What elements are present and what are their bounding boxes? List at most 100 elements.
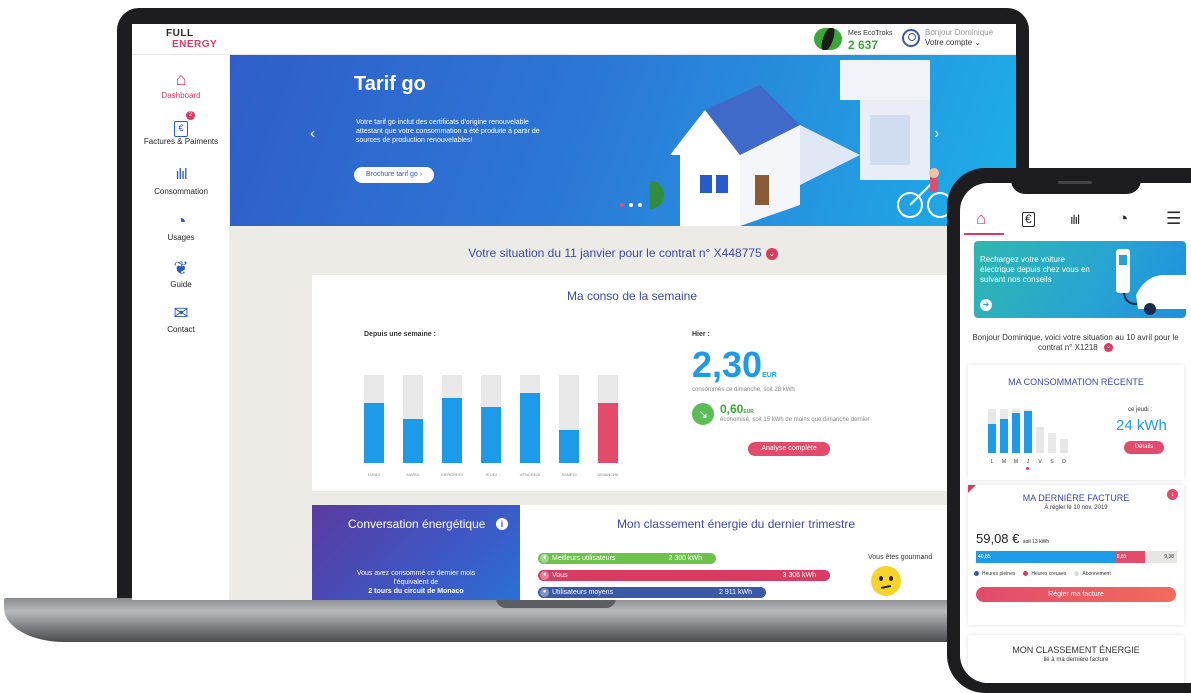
carousel-dot[interactable] [629,203,633,207]
bar-chart-icon: ılıl [175,166,188,183]
carousel-dot[interactable] [620,203,624,207]
day-bar[interactable] [481,375,501,463]
day-bar[interactable] [988,409,996,453]
worried-face-icon [871,566,901,596]
last-invoice-card: ↓ MA DERNIÈRE FACTURE À régler le 10 nov… [968,485,1184,625]
energy-ranking-card: MON CLASSEMENT ÉNERGIE lié à ma dernière… [968,635,1184,683]
day-label: MARDI [406,472,420,477]
home-icon: ⌂ [175,69,187,89]
weekly-bar-chart: LUNDI MARDI MERCREDI JEUDI VENDREDI SAMEDI DIM… [364,371,624,491]
account-menu[interactable]: Bonjour Dominique Votre compte ⌄ [902,28,993,48]
consumed-text: consommés ce dimanche, soit 28 kWh [692,387,795,393]
day-bar[interactable] [442,375,462,463]
day-bar-fill [442,398,462,463]
day-bar[interactable] [598,375,618,463]
sidebar-item-label: Factures & Paiments [143,137,219,146]
day-bar-fill [520,393,540,463]
brochure-button-label: Brochure tarif go [366,171,418,178]
sidebar-item-label: Usages [167,233,195,242]
phone-greeting: Bonjour Dominique, voici votre situation… [972,333,1179,353]
carousel-next-button[interactable]: › [934,125,939,143]
day-bar[interactable] [559,375,579,463]
legend-item-subscription: Abonnement [1074,571,1111,577]
sidebar-item-consommation[interactable]: ılıl Consommation [132,165,230,196]
users-icon: ● [540,588,549,597]
carousel-dot[interactable] [638,203,642,207]
ecotroks-label: Mes EcoTroks [848,29,893,37]
day-bar[interactable] [403,375,423,463]
chevron-down-icon: ⌄ [974,38,982,47]
home-icon[interactable]: ⌂ [976,209,986,229]
invoice-split-segment: 9,38 [1144,551,1177,563]
invoice-icon: € 2 [132,111,230,137]
sidebar-item-usages[interactable]: ◔ Usages [132,211,230,242]
day-label: M [1013,459,1019,465]
user-icon: ● [540,571,549,580]
yesterday-label: Hier : [692,331,710,338]
sidebar-item-label: Dashboard [161,91,201,100]
ranking-row-you: ● Vous 3 306 kWh [538,570,830,581]
recent-consumption-card: MA CONSOMMATION RÉCENTE L MM J V S D ce jeudi… [968,365,1184,480]
day-bar[interactable] [520,375,540,463]
info-icon[interactable]: i [496,518,508,530]
energy-ranking-card: Mon classement énergie du dernier trimes… [520,505,952,600]
sidebar-item-factures[interactable]: € 2 Factures & Paiments [132,111,230,146]
invoice-icon[interactable]: € [1022,212,1035,227]
ranking-row-best: ❦ Meilleurs utilisateurs 2 300 kWh [538,553,716,564]
ecotroks-widget[interactable]: Mes EcoTroks 2 637 [814,28,893,51]
day-bar[interactable] [1048,433,1056,453]
day-bar[interactable] [1036,427,1044,453]
menu-icon[interactable]: ☰ [1166,209,1181,229]
chevron-right-icon: › [419,171,423,178]
day-bar-fill [559,430,579,463]
contract-dropdown-icon[interactable]: ⌄ [765,247,778,260]
sidebar-item-contact[interactable]: ✉ Contact [132,303,230,334]
pay-invoice-button[interactable]: Régler ma facture [976,587,1176,602]
sidebar-item-guide[interactable]: ❦ Guide [132,258,230,289]
card-corner-marker [968,485,976,493]
day-bar[interactable] [1060,439,1068,453]
account-greeting: Bonjour Dominique [925,28,994,37]
full-analysis-button[interactable]: Analyse complète [748,442,830,456]
arrow-right-icon[interactable]: ➜ [980,299,992,311]
laptop-screen: FULL ENERGY Mes EcoTroks 2 637 Bonjour D… [132,24,1016,600]
bar-chart-icon[interactable]: ılıl [1070,212,1080,227]
day-bar[interactable] [1012,409,1020,453]
sidebar: ⌂ Dashboard € 2 Factures & Paiments ılıl… [132,55,230,600]
sidebar-item-label: Guide [170,280,192,289]
day-bar-fill [988,424,996,453]
arrow-down-right-icon: ↘ [692,403,714,425]
card-title: Ma conso de la semaine [566,289,698,303]
invoice-split-segment: 40,85 [976,551,1115,563]
logo-line-2: ENERGY [172,39,218,50]
day-bar-fill [1012,413,1020,453]
carousel-prev-button[interactable]: ‹ [310,125,315,143]
ranking-title: Mon classement énergie du dernier trimes… [616,517,856,531]
day-bar[interactable] [364,375,384,463]
phone-tab-bar: ⌂ € ılıl ◔ ☰ [960,203,1191,235]
pie-chart-icon[interactable]: ◔ [1118,209,1128,229]
brochure-button[interactable]: Brochure tarif go › [354,167,435,183]
leaf-icon: ❦ [173,258,189,278]
details-button[interactable]: Détails [1124,441,1164,454]
card-title: MA CONSOMMATION RÉCENTE [1008,377,1144,387]
logo[interactable]: FULL ENERGY [166,28,217,50]
active-tab-indicator [964,233,1004,235]
legend-item-full-hours: Heures pleines [974,571,1015,577]
day-label: M [1001,459,1007,465]
ev-charger-illustration [1116,249,1186,315]
download-icon[interactable]: ↓ [1167,489,1178,500]
ranking-row-average: ● Utilisateurs moyens 2 911 kWh [538,587,766,598]
ev-charging-promo[interactable]: Rechargez votre voiture électrique depui… [974,241,1186,318]
invoice-due-date: À régler le 10 nov. 2019 [1044,505,1108,511]
day-label: ce jeudi : [1128,407,1153,413]
account-menu-label: Votre compte ⌄ [925,38,982,47]
day-bar[interactable] [1000,409,1008,453]
day-bar[interactable] [1024,409,1032,453]
phone-notch [1011,176,1141,194]
contract-dropdown-icon[interactable]: ⌄ [1103,343,1113,353]
saving-amount: 0,60EUR [720,402,754,416]
mail-icon: ✉ [173,303,189,323]
sidebar-item-dashboard[interactable]: ⌂ Dashboard [132,69,230,100]
invoice-split-bar: 40,85 8,85 9,38 [976,551,1177,563]
